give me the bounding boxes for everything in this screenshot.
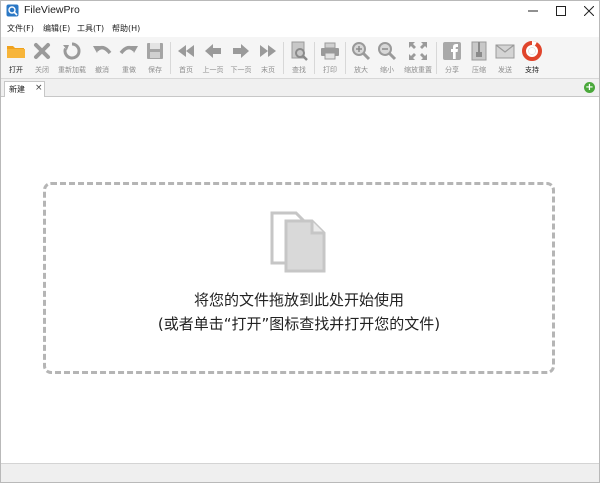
drop-hint: (或者单击“打开”图标查找并打开您的文件) [157,315,441,333]
menu-help[interactable]: 帮助(H) [112,23,140,34]
find-icon [291,41,308,61]
menu-tools[interactable]: 工具(T) [77,23,104,34]
zoom-reset-icon [409,42,427,60]
facebook-share-icon [443,42,461,60]
tab-strip: 新建 × + [1,79,599,97]
previous-page-icon [205,44,221,58]
first-page-icon [178,45,194,57]
save-disk-icon [147,43,163,59]
app-window: FileViewPro 文件(F) 编辑(E) 工具(T) 帮助(H) 打开 关… [0,0,600,483]
last-page-icon [260,45,276,57]
tab-close-icon[interactable]: × [35,83,43,93]
support-button[interactable]: 支持 [519,39,545,77]
tool-label: 支持 [525,66,539,74]
add-tab-icon[interactable]: + [584,82,595,93]
zoom-out-icon [378,42,397,61]
support-lifebuoy-icon [522,41,542,61]
menu-bar: 文件(F) 编辑(E) 工具(T) 帮助(H) [1,21,599,37]
document-area: 将您的文件拖放到此处开始使用 (或者单击“打开”图标查找并打开您的文件) [1,98,599,463]
toolbar: 打开 关闭 重新加载 撤消 重做 保存 首页 上一页 下一页 末页 查找 打印 … [1,37,599,79]
close-x-icon [34,43,50,59]
minimize-icon [528,10,538,12]
printer-icon [321,42,339,60]
title-bar: FileViewPro [1,1,599,21]
undo-icon [93,45,112,55]
maximize-icon [556,6,566,16]
status-bar [1,463,599,482]
menu-edit[interactable]: 编辑(E) [43,23,70,34]
email-icon [495,44,515,59]
redo-icon [119,45,138,55]
menu-file[interactable]: 文件(F) [7,23,34,34]
tab-label: 新建 [9,85,25,94]
close-window-button[interactable] [567,1,599,21]
drop-zone[interactable]: 将您的文件拖放到此处开始使用 (或者单击“打开”图标查找并打开您的文件) [43,182,555,374]
zoom-reset-button[interactable]: 缩放重置 [404,39,432,77]
folder-open-icon [7,46,25,58]
tab-new[interactable]: 新建 × [4,81,45,97]
close-icon [584,6,594,16]
app-logo-icon [6,4,19,17]
next-page-icon [233,44,249,58]
window-title: FileViewPro [24,4,80,16]
documents-icon [270,211,326,273]
zip-icon [471,41,487,61]
reload-icon [63,42,81,60]
zoom-in-icon [352,42,371,61]
drop-instruction: 将您的文件拖放到此处开始使用 [193,291,404,309]
